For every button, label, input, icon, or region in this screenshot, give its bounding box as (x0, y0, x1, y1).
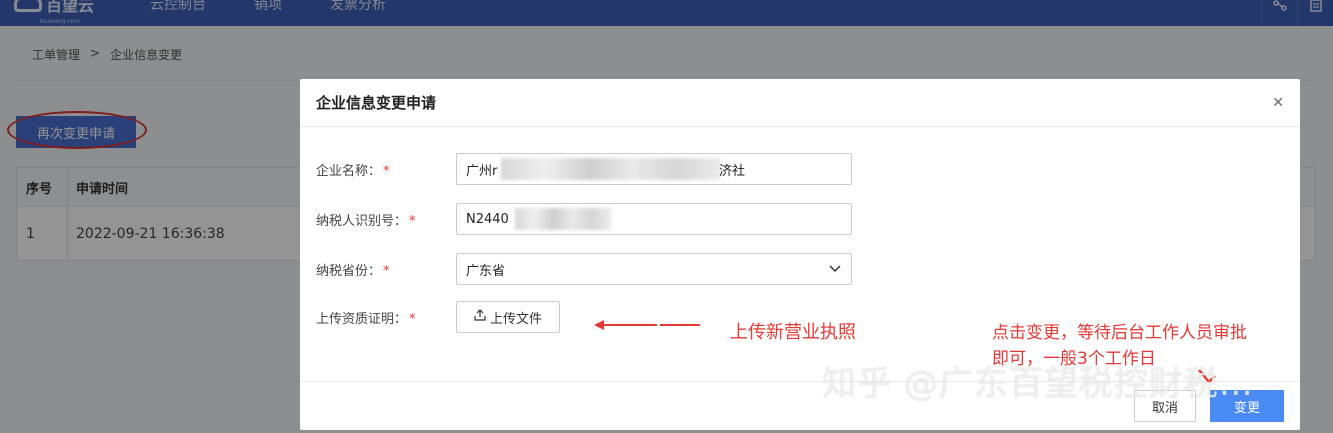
dialog-title: 企业信息变更申请 (316, 94, 437, 112)
taxpayer-id-label: 纳税人识别号： * (316, 213, 416, 229)
province-row: 纳税省份： * 广东省 (316, 253, 852, 285)
annotation-arrow-icon (594, 320, 700, 330)
company-name-input[interactable]: 广州r 济社 (456, 153, 852, 185)
close-icon[interactable]: ✕ (1272, 95, 1284, 111)
company-name-value-prefix: 广州r (466, 163, 498, 179)
qualification-row: 上传资质证明： * 上传文件 (316, 301, 560, 333)
taxpayer-id-row: 纳税人识别号： * N2440 (316, 203, 852, 235)
change-annotation-line1: 点击变更，等待后台工作人员审批 (992, 323, 1247, 343)
chevron-down-icon (829, 263, 841, 276)
company-name-row: 企业名称： * 广州r 济社 (316, 153, 852, 185)
redaction-blur (501, 158, 721, 180)
province-select[interactable]: 广东省 (456, 253, 852, 285)
taxpayer-id-value: N2440 (466, 211, 509, 227)
redaction-blur (515, 208, 611, 230)
company-name-value-suffix: 济社 (719, 163, 746, 179)
watermark: 知乎 @广东百望税控财税… (822, 364, 1254, 404)
upload-icon (474, 309, 486, 325)
taxpayer-id-input[interactable]: N2440 (456, 203, 852, 235)
province-value: 广东省 (466, 263, 506, 279)
upload-file-button[interactable]: 上传文件 (456, 301, 560, 333)
dialog-header: 企业信息变更申请 ✕ (300, 79, 1300, 127)
company-name-label: 企业名称： * (316, 163, 390, 179)
upload-annotation: 上传新营业执照 (730, 322, 856, 343)
qualification-label: 上传资质证明： * (316, 311, 416, 327)
province-label: 纳税省份： * (316, 263, 390, 279)
upload-button-label: 上传文件 (489, 311, 542, 327)
